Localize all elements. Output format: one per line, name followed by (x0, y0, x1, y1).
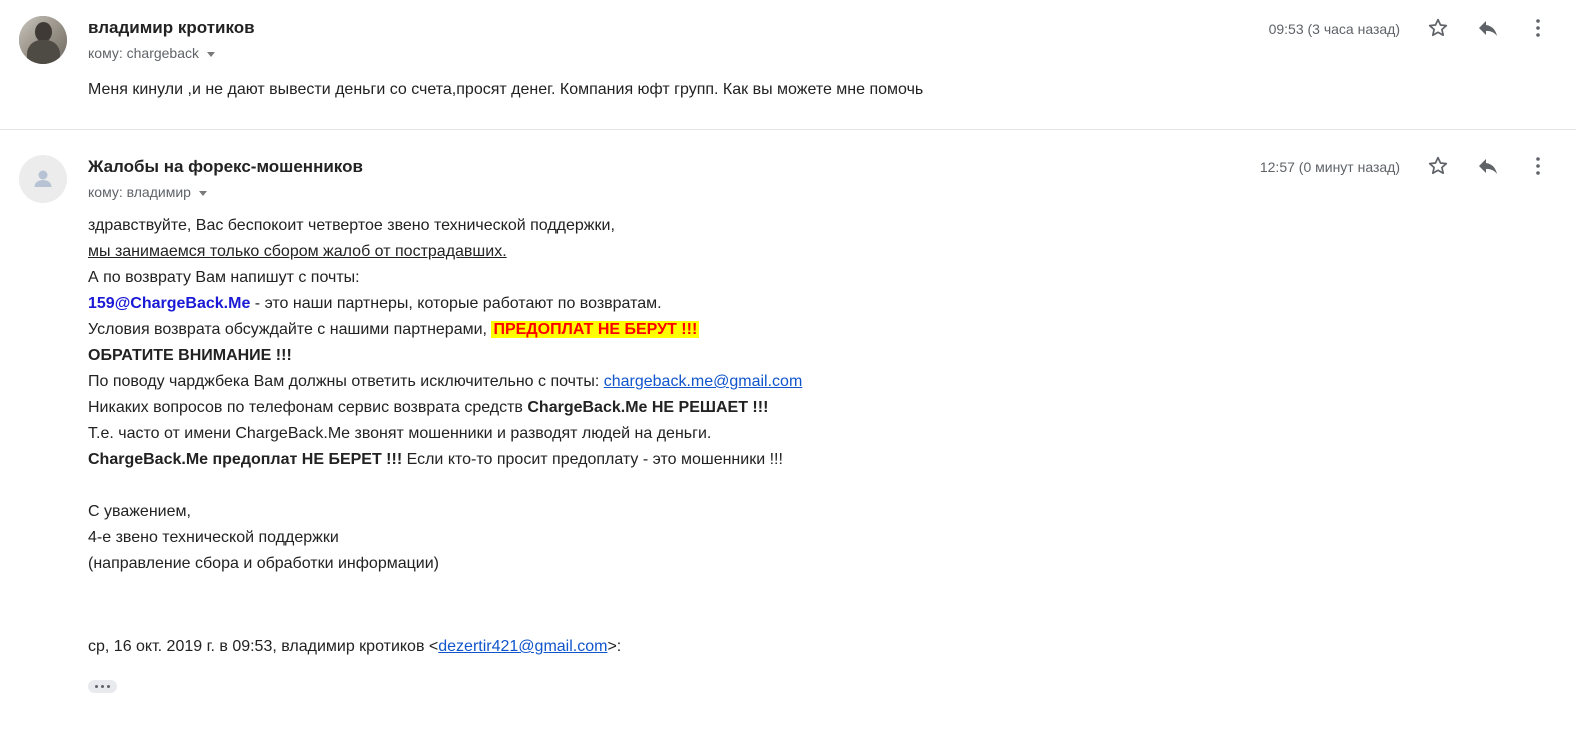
email-link[interactable]: chargeback.me@gmail.com (604, 373, 803, 390)
body-text-span: - это наши партнеры, которые работают по… (250, 295, 662, 312)
sender-name[interactable]: Жалобы на форекс-мошенников (88, 157, 363, 177)
body-text-span: Никаких вопросов по телефонам сервис воз… (88, 399, 528, 416)
show-trimmed-content-icon[interactable] (88, 680, 117, 693)
body-text-span: Условия возврата обсуждайте с нашими пар… (88, 321, 492, 338)
signature-line: С уважением, (88, 503, 191, 520)
quote-email-link[interactable]: dezertir421@gmail.com (438, 638, 607, 655)
more-vert-icon[interactable] (1526, 154, 1550, 178)
quote-header-text: >: (607, 638, 622, 655)
bold-text: ChargeBack.Me предоплат НЕ БЕРЕТ !!! (88, 451, 403, 468)
highlight-warning: ПРЕДОПЛАТ НЕ БЕРУТ !!! (491, 321, 700, 338)
body-line: Никаких вопросов по телефонам сервис воз… (88, 395, 1508, 421)
reply-icon[interactable] (1476, 16, 1500, 40)
reply-icon[interactable] (1476, 154, 1500, 178)
signature-line: (направление сбора и обработки информаци… (88, 555, 439, 572)
body-line: мы занимаемся только сбором жалоб от пос… (88, 243, 507, 260)
body-line: По поводу чарджбека Вам должны ответить … (88, 369, 1508, 395)
quote-header: ср, 16 окт. 2019 г. в 09:53, владимир кр… (88, 638, 621, 656)
default-avatar[interactable] (19, 155, 67, 203)
message-1: владимир кротиков кому: chargeback 09:53… (0, 0, 1576, 130)
sender-avatar[interactable] (19, 16, 67, 64)
partner-email: 159@ChargeBack.Me (88, 295, 251, 312)
message-time: 12:57 (0 минут назад) (1259, 159, 1400, 175)
person-icon (19, 155, 67, 203)
recipient-label: кому: владимир (88, 184, 191, 200)
recipient-details[interactable]: кому: владимир (88, 184, 207, 200)
chevron-down-icon[interactable] (207, 51, 216, 57)
sender-name[interactable]: владимир кротиков (88, 18, 255, 38)
recipient-label: кому: chargeback (88, 45, 200, 61)
more-vert-icon[interactable] (1526, 16, 1550, 40)
star-icon[interactable] (1426, 154, 1450, 178)
message-time: 09:53 (3 часа назад) (1268, 21, 1400, 37)
signature-line: 4-е звено технической поддержки (88, 529, 339, 546)
recipient-details[interactable]: кому: chargeback (88, 45, 216, 61)
bold-text: ChargeBack.Me НЕ РЕШАЕТ !!! (527, 399, 769, 416)
body-line: Т.е. часто от имени ChargeBack.Me звонят… (88, 425, 712, 442)
attention-heading: ОБРАТИТЕ ВНИМАНИЕ !!! (88, 347, 292, 364)
message-2: Жалобы на форекс-мошенников кому: владим… (0, 130, 1576, 737)
message-body: здравствуйте, Вас беспокоит четвертое зв… (88, 213, 1508, 577)
star-icon[interactable] (1426, 16, 1450, 40)
message-body: Меня кинули ,и не дают вывести деньги со… (88, 81, 924, 98)
body-text-span: Если кто-то просит предоплату - это моше… (402, 451, 783, 468)
chevron-down-icon[interactable] (198, 190, 207, 196)
body-line: А по возврату Вам напишут с почты: (88, 269, 360, 286)
body-line: 159@ChargeBack.Me - это наши партнеры, к… (88, 291, 1508, 317)
body-line: здравствуйте, Вас беспокоит четвертое зв… (88, 217, 615, 234)
body-line: Условия возврата обсуждайте с нашими пар… (88, 317, 1508, 343)
quote-header-text: ср, 16 окт. 2019 г. в 09:53, владимир кр… (88, 638, 439, 655)
body-line: ChargeBack.Me предоплат НЕ БЕРЕТ !!! Есл… (88, 447, 1508, 473)
body-text-span: По поводу чарджбека Вам должны ответить … (88, 373, 604, 390)
